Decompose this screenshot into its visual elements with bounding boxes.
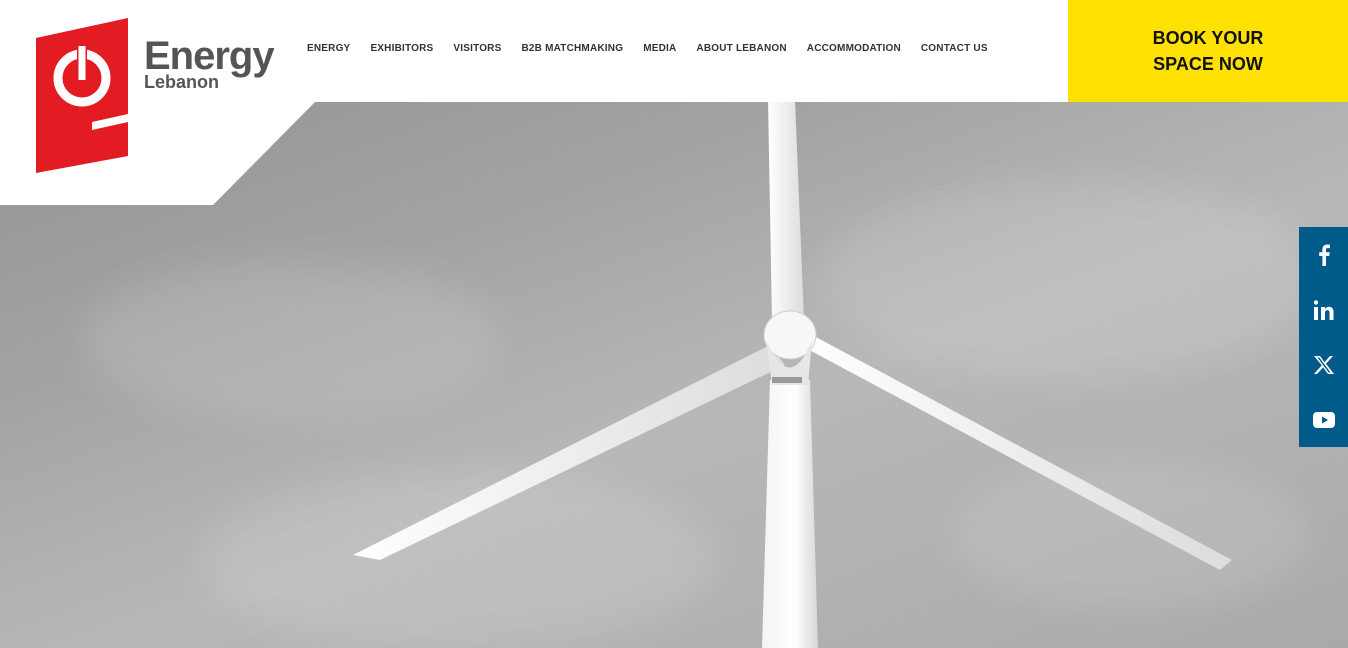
main-nav: ENERGY EXHIBITORS VISITORS B2B MATCHMAKI…	[297, 43, 998, 54]
cta-line2: SPACE NOW	[1153, 54, 1263, 74]
nav-about-lebanon[interactable]: ABOUT LEBANON	[686, 43, 796, 54]
nav-media[interactable]: MEDIA	[633, 43, 686, 54]
power-logo-icon	[36, 18, 128, 173]
youtube-icon[interactable]	[1299, 395, 1348, 445]
nav-contact-us[interactable]: CONTACT US	[911, 43, 998, 54]
brand-name: Energy	[144, 34, 275, 78]
cta-line1: BOOK YOUR	[1152, 28, 1264, 48]
facebook-icon[interactable]	[1299, 230, 1348, 280]
nav-b2b-matchmaking[interactable]: B2B MATCHMAKING	[511, 43, 633, 54]
social-sidebar	[1299, 227, 1348, 447]
nav-accommodation[interactable]: ACCOMMODATION	[797, 43, 911, 54]
nav-exhibitors[interactable]: EXHIBITORS	[360, 43, 443, 54]
brand-wordmark: Energy Lebanon	[144, 34, 275, 92]
linkedin-icon[interactable]	[1299, 285, 1348, 335]
brand-logo[interactable]	[32, 18, 132, 181]
x-icon[interactable]	[1299, 340, 1348, 390]
nav-visitors[interactable]: VISITORS	[443, 43, 511, 54]
nav-energy[interactable]: ENERGY	[297, 43, 360, 54]
book-space-button[interactable]: BOOK YOUR SPACE NOW	[1068, 0, 1348, 102]
